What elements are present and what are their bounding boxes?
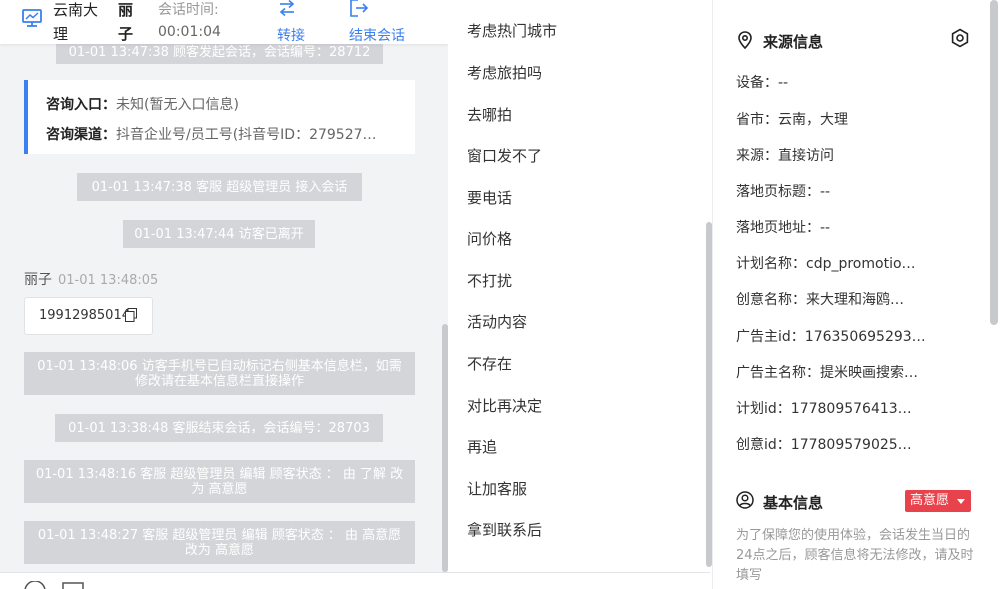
monitor-icon xyxy=(22,9,42,27)
province-row: 省市：云南，大理 xyxy=(736,112,848,128)
session-time-label: 会话时间: xyxy=(158,2,219,18)
intent-status-dropdown[interactable]: 高意愿 xyxy=(905,490,971,512)
quick-reply-list: 考虑热门城市 考虑旅拍吗 去哪拍 窗口发不了 要电话 问价格 不打扰 活动内容 … xyxy=(448,0,710,572)
quick-reply-item[interactable]: 要电话 xyxy=(467,187,512,208)
advertiser-name-row: 广告主名称：提米映画搜索… xyxy=(736,365,918,381)
basic-info-title: 基本信息 xyxy=(763,494,824,512)
system-message-status-edit: 01-01 13:48:16 客服 超级管理员 编辑 顾客状态 ： 由 了解 改… xyxy=(24,460,415,503)
chat-panel: 01-01 13:47:38 顾客发起会话，会话编号：28712 咨询入口：未知… xyxy=(0,0,448,589)
image-icon[interactable] xyxy=(62,582,84,589)
system-message-session-end: 01-01 13:38:48 客服结束会话，会话编号：28703 xyxy=(55,414,383,442)
quick-reply-item[interactable]: 再追 xyxy=(467,436,497,457)
quick-reply-item[interactable]: 不存在 xyxy=(467,353,512,374)
source-info-title: 来源信息 xyxy=(763,33,824,51)
consult-source-card: 咨询入口：未知(暂无入口信息) 咨询渠道：抖音企业号/员工号(抖音号ID：279… xyxy=(24,80,415,154)
transfer-icon xyxy=(279,0,295,17)
system-message-agent-join: 01-01 13:47:38 客服 超级管理员 接入会话 xyxy=(77,173,362,201)
system-message-visitor-left: 01-01 13:47:44 访客已离开 xyxy=(123,220,315,248)
plan-name-row: 计划名称：cdp_promotio… xyxy=(736,256,916,272)
phone-message-bubble[interactable]: 19912985014 xyxy=(24,297,153,335)
quick-reply-item[interactable]: 对比再决定 xyxy=(467,395,542,416)
visitor-info-panel: 来源信息 设备：-- 省市：云南，大理 来源：直接访问 落地页标题：-- 落地页… xyxy=(712,0,1000,589)
quick-reply-item[interactable]: 考虑热门城市 xyxy=(467,20,557,41)
advertiser-id-row: 广告主id：176350695293… xyxy=(736,329,926,345)
system-message-phone-marked: 01-01 13:48:06 访客手机号已自动标记右侧基本信息栏，如需修改请在基… xyxy=(24,352,415,395)
transfer-button[interactable]: 转接 xyxy=(277,0,305,44)
exit-icon xyxy=(350,0,369,17)
quick-reply-item[interactable]: 不打扰 xyxy=(467,270,512,291)
settings-icon[interactable] xyxy=(950,28,970,48)
landing-url-row: 落地页地址：-- xyxy=(736,220,831,236)
consult-channel-row: 咨询渠道：抖音企业号/员工号(抖音号ID：279527… xyxy=(46,127,377,143)
creative-name-row: 创意名称：来大理和海鸥… xyxy=(736,292,904,308)
info-panel-scrollbar[interactable] xyxy=(990,0,998,325)
quick-reply-item[interactable]: 问价格 xyxy=(467,228,512,249)
quick-reply-item[interactable]: 考虑旅拍吗 xyxy=(467,62,542,83)
quick-reply-item[interactable]: 去哪拍 xyxy=(467,104,512,125)
caret-down-icon xyxy=(957,499,965,504)
end-session-button[interactable]: 结束会话 xyxy=(349,0,405,44)
device-row: 设备：-- xyxy=(736,75,789,91)
copy-icon[interactable] xyxy=(125,308,137,322)
source-row: 来源：直接访问 xyxy=(736,148,834,164)
emoji-icon[interactable] xyxy=(24,581,46,589)
session-time-value: 00:01:04 xyxy=(158,24,221,40)
visitor-name: 丽子 xyxy=(118,1,134,43)
edit-deadline-note: 为了保障您的使用体验，会话发生当日的24点之后，顾客信息将无法修改，请及时填写 xyxy=(736,528,974,583)
consult-entry-row: 咨询入口：未知(暂无入口信息) xyxy=(46,97,239,113)
chat-header: 云南大理 丽子 会话时间: 00:01:04 转接 结束会话 xyxy=(0,0,448,44)
quick-reply-item[interactable]: 拿到联系后 xyxy=(467,519,542,540)
creative-id-row: 创意id：177809579025… xyxy=(736,437,912,453)
landing-title-row: 落地页标题：-- xyxy=(736,184,831,200)
quick-reply-item[interactable]: 让加客服 xyxy=(467,478,527,499)
system-message-status-edit: 01-01 13:48:27 客服 超级管理员 编辑 顾客状态 ： 由 高意愿 … xyxy=(24,521,415,564)
quick-reply-item[interactable]: 活动内容 xyxy=(467,311,527,332)
location-icon xyxy=(738,31,752,49)
visitor-city: 云南大理 xyxy=(53,1,99,43)
plan-id-row: 计划id：177809576413… xyxy=(736,401,912,417)
quick-reply-item[interactable]: 窗口发不了 xyxy=(467,145,542,166)
message-input-toolbar[interactable] xyxy=(0,572,710,589)
user-icon xyxy=(736,491,754,509)
message-sender: 丽子 01-01 13:48:05 xyxy=(24,272,159,288)
